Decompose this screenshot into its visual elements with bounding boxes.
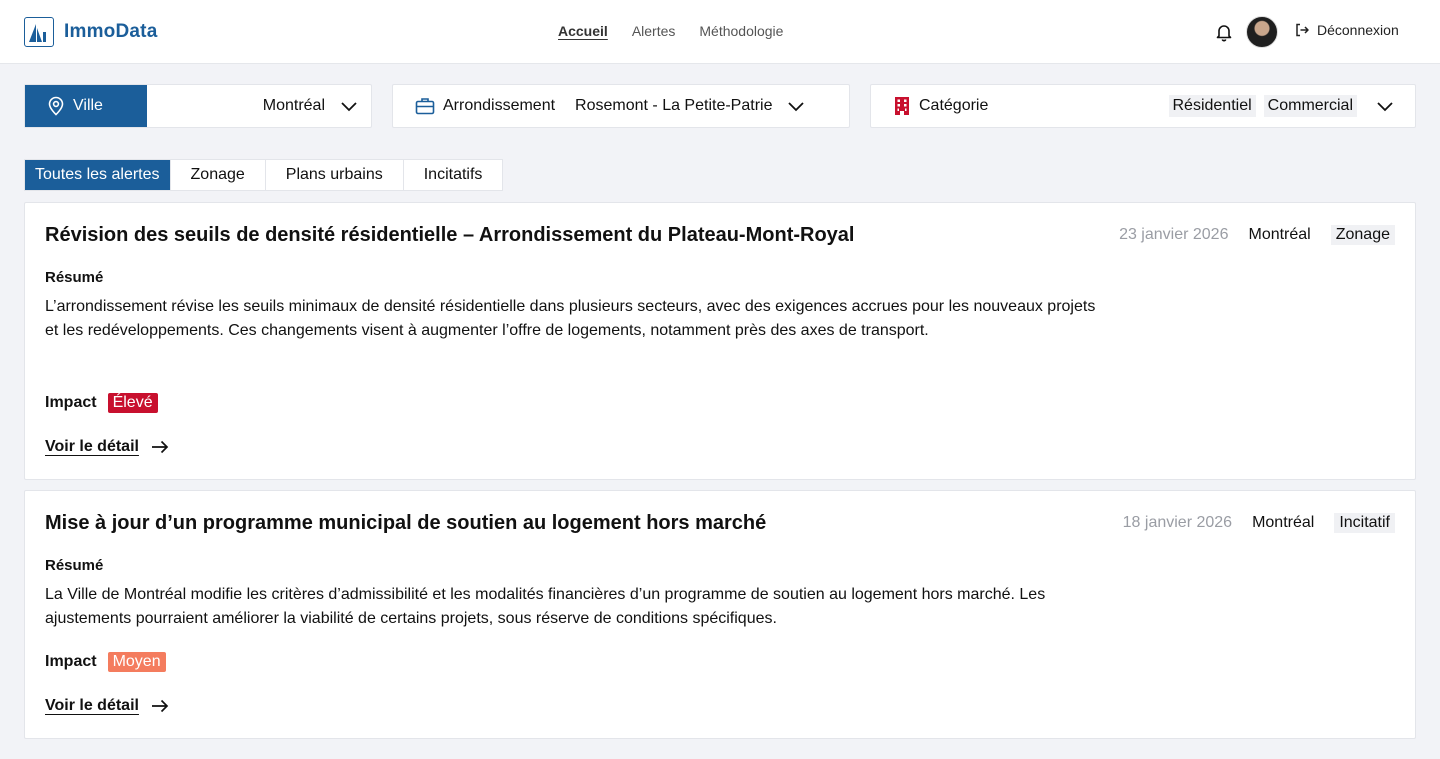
chevron-down-icon[interactable] — [1375, 96, 1395, 116]
borough-value: Rosemont - La Petite-Patrie — [575, 97, 773, 114]
logout-button[interactable]: Déconnexion — [1294, 22, 1399, 38]
nav-item-alertes[interactable]: Alertes — [632, 23, 676, 39]
category-chip-commercial[interactable]: Commercial — [1263, 95, 1357, 117]
borough-filter-label: Arrondissement — [415, 97, 555, 115]
view-detail-link[interactable]: Voir le détail — [45, 697, 169, 715]
alert-card: Mise à jour d’un programme municipal de … — [24, 490, 1416, 739]
city-select[interactable]: Montréal — [147, 96, 371, 116]
tab-incitatifs[interactable]: Incitatifs — [404, 160, 503, 190]
city-filter-label: Ville — [25, 85, 147, 127]
view-detail-link[interactable]: Voir le détail — [45, 438, 169, 456]
impact-badge: Élevé — [107, 393, 158, 413]
location-pin-icon — [48, 96, 64, 116]
nav-item-methodologie[interactable]: Méthodologie — [699, 23, 783, 39]
category-chip-residentiel[interactable]: Résidentiel — [1168, 95, 1256, 117]
impact-label: Impact — [45, 653, 97, 670]
logout-label: Déconnexion — [1317, 22, 1399, 38]
briefcase-icon — [415, 98, 435, 115]
arrow-right-icon — [151, 699, 169, 713]
chevron-down-icon[interactable] — [786, 96, 806, 116]
notification-bell-icon[interactable] — [1214, 22, 1234, 42]
tab-zonage[interactable]: Zonage — [171, 160, 266, 190]
alert-title[interactable]: Révision des seuils de densité résidenti… — [45, 224, 854, 247]
alert-tabs: Toutes les alertes Zonage Plans urbains … — [24, 159, 504, 191]
borough-select[interactable]: Rosemont - La Petite-Patrie — [575, 96, 806, 116]
alert-title[interactable]: Mise à jour d’un programme municipal de … — [45, 512, 766, 535]
tab-toutes-les-alertes[interactable]: Toutes les alertes — [25, 160, 171, 190]
alert-card: Révision des seuils de densité résidenti… — [24, 202, 1416, 480]
alert-city: Montréal — [1252, 514, 1315, 531]
logout-icon — [1296, 23, 1309, 37]
alert-summary: La Ville de Montréal modifie les critère… — [45, 586, 1046, 627]
impact-label: Impact — [45, 394, 97, 411]
category-filter[interactable]: Catégorie Résidentiel Commercial — [870, 84, 1416, 128]
nav-item-accueil[interactable]: Accueil — [558, 23, 608, 39]
chevron-down-icon[interactable] — [339, 96, 359, 116]
summary-heading: Résumé — [45, 557, 104, 574]
category-select[interactable]: Résidentiel Commercial — [1168, 95, 1416, 117]
category-filter-label: Catégorie — [893, 96, 988, 116]
city-filter[interactable]: Ville Montréal — [24, 84, 372, 128]
top-bar: ImmoData Accueil Alertes Méthodologie Dé… — [0, 0, 1440, 64]
summary-heading: Résumé — [45, 269, 104, 286]
borough-filter[interactable]: Arrondissement Rosemont - La Petite-Patr… — [392, 84, 850, 128]
user-avatar[interactable] — [1246, 16, 1278, 48]
alert-summary: L’arrondissement révise les seuils minim… — [45, 298, 1096, 339]
logo-icon — [24, 17, 54, 47]
brand-name: ImmoData — [64, 21, 158, 42]
impact-row: Impact Moyen — [45, 652, 166, 672]
alert-date: 18 janvier 2026 — [1122, 514, 1233, 531]
alert-meta: 18 janvier 2026 Montréal Incitatif — [1123, 513, 1395, 533]
alert-city: Montréal — [1248, 226, 1311, 243]
tab-plans-urbains[interactable]: Plans urbains — [266, 160, 404, 190]
alert-tag: Zonage — [1330, 225, 1395, 245]
building-icon — [895, 97, 909, 115]
logo[interactable]: ImmoData — [24, 17, 157, 47]
alert-date: 23 janvier 2026 — [1119, 226, 1229, 243]
alert-meta: 23 janvier 2026 Montréal Zonage — [1119, 225, 1395, 245]
impact-row: Impact Élevé — [45, 393, 158, 413]
alert-tag: Incitatif — [1334, 513, 1395, 533]
impact-badge: Moyen — [107, 652, 166, 672]
arrow-right-icon — [151, 440, 169, 454]
city-value: Montréal — [262, 97, 325, 114]
main-nav: Accueil Alertes Méthodologie — [558, 23, 783, 39]
